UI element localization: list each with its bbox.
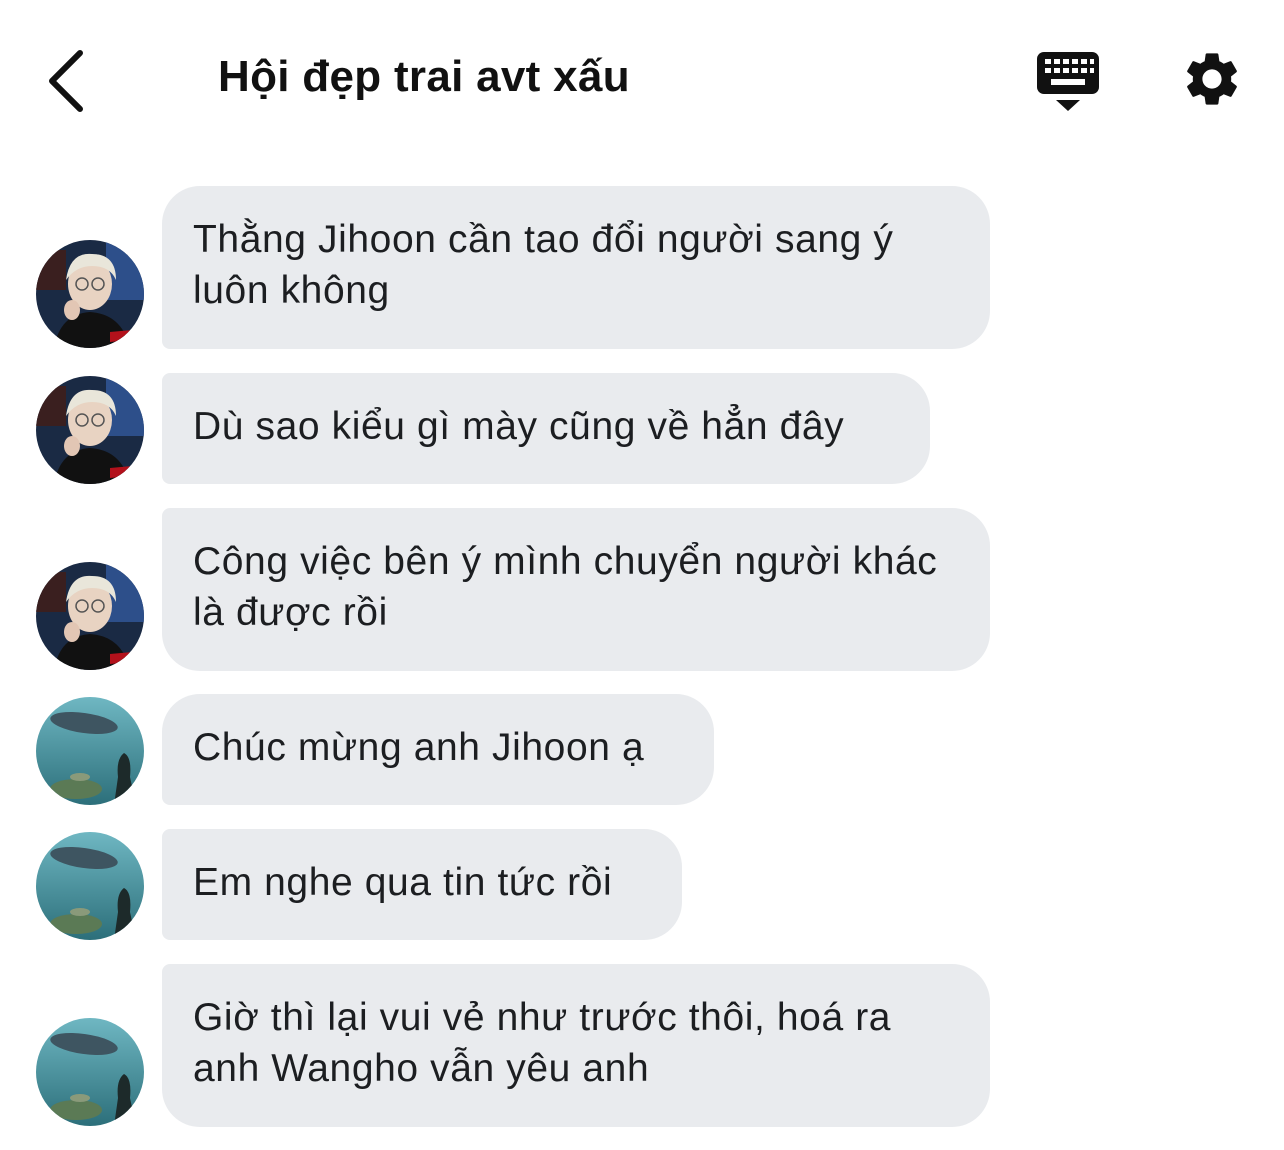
keyboard-icon xyxy=(1037,52,1099,111)
message-bubble[interactable]: Em nghe qua tin tức rồi xyxy=(162,829,682,940)
keyboard-button[interactable] xyxy=(1034,48,1102,116)
message-row: Chúc mừng anh Jihoon ạ xyxy=(0,694,1284,805)
message-row: Công việc bên ý mình chuyển người khác l… xyxy=(0,508,1284,671)
avatar[interactable] xyxy=(36,562,144,670)
message-bubble[interactable]: Giờ thì lại vui vẻ như trước thôi, hoá r… xyxy=(162,964,990,1127)
chevron-left-icon xyxy=(49,50,83,112)
message-bubble[interactable]: Chúc mừng anh Jihoon ạ xyxy=(162,694,714,805)
avatar[interactable] xyxy=(36,376,144,484)
message-row: Thằng Jihoon cần tao đổi người sang ý lu… xyxy=(0,186,1284,349)
message-text: Công việc bên ý mình chuyển người khác l… xyxy=(193,540,938,634)
message-text: Giờ thì lại vui vẻ như trước thôi, hoá r… xyxy=(193,996,892,1090)
message-text: Thằng Jihoon cần tao đổi người sang ý lu… xyxy=(193,218,894,312)
gear-icon xyxy=(1187,53,1237,105)
avatar[interactable] xyxy=(36,832,144,940)
back-button[interactable] xyxy=(40,45,100,115)
chat-title: Hội đẹp trai avt xấu xyxy=(218,52,630,101)
avatar[interactable] xyxy=(36,697,144,805)
message-text: Chúc mừng anh Jihoon ạ xyxy=(193,726,645,769)
message-text: Em nghe qua tin tức rồi xyxy=(193,861,613,904)
message-row: Giờ thì lại vui vẻ như trước thôi, hoá r… xyxy=(0,964,1284,1127)
avatar[interactable] xyxy=(36,240,144,348)
message-bubble[interactable]: Thằng Jihoon cần tao đổi người sang ý lu… xyxy=(162,186,990,349)
message-text: Dù sao kiểu gì mày cũng về hẳn đây xyxy=(193,405,845,448)
message-bubble[interactable]: Công việc bên ý mình chuyển người khác l… xyxy=(162,508,990,671)
message-row: Dù sao kiểu gì mày cũng về hẳn đây xyxy=(0,373,1284,484)
message-bubble[interactable]: Dù sao kiểu gì mày cũng về hẳn đây xyxy=(162,373,930,484)
settings-button[interactable] xyxy=(1180,47,1244,111)
message-row: Em nghe qua tin tức rồi xyxy=(0,829,1284,940)
avatar[interactable] xyxy=(36,1018,144,1126)
chat-header: Hội đẹp trai avt xấu xyxy=(0,0,1284,160)
